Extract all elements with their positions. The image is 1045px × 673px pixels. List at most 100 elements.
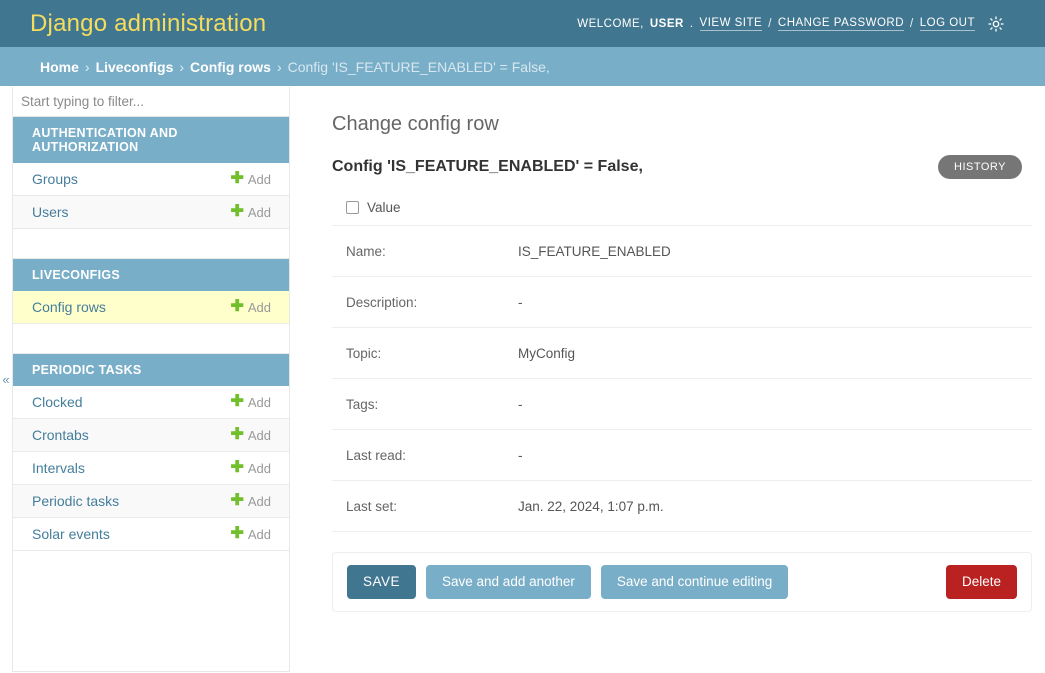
delete-button[interactable]: Delete <box>945 565 1017 599</box>
form-row-name: Name: IS_FEATURE_ENABLED <box>332 226 1032 277</box>
sidebar-item-periodic-tasks[interactable]: Periodic tasks ✚ Add <box>13 485 289 518</box>
plus-icon: ✚ <box>230 492 244 509</box>
field-value-last-set: Jan. 22, 2024, 1:07 p.m. <box>518 498 664 514</box>
sidebar-item-label[interactable]: Crontabs <box>32 427 89 443</box>
user-tools: WELCOME, USER. VIEW SITE / CHANGE PASSWO… <box>577 15 1005 33</box>
save-and-add-another-button[interactable]: Save and add another <box>426 565 591 599</box>
value-checkbox[interactable] <box>346 201 359 214</box>
app-module-auth: AUTHENTICATION AND AUTHORIZATION Groups … <box>13 117 289 229</box>
add-label: Add <box>247 460 271 476</box>
field-label-topic: Topic: <box>346 345 382 361</box>
sidebar-gap <box>13 229 289 259</box>
branding: Django administration <box>30 10 266 38</box>
sun-icon[interactable] <box>987 15 1005 33</box>
add-label: Add <box>247 171 271 187</box>
nav-sidebar: AUTHENTICATION AND AUTHORIZATION Groups … <box>12 87 290 672</box>
value-checkbox-label[interactable]: Value <box>346 200 401 215</box>
username-period: . <box>689 17 694 30</box>
add-solar-events-link[interactable]: ✚ Add <box>230 526 271 542</box>
add-label: Add <box>247 204 271 220</box>
sidebar-item-groups[interactable]: Groups ✚ Add <box>13 163 289 196</box>
field-value-name: IS_FEATURE_ENABLED <box>518 243 671 259</box>
app-caption-auth[interactable]: AUTHENTICATION AND AUTHORIZATION <box>13 117 289 163</box>
toggle-sidebar-button[interactable]: « <box>0 365 12 395</box>
app-caption-periodic-tasks[interactable]: PERIODIC TASKS <box>13 354 289 386</box>
sidebar-item-label[interactable]: Solar events <box>32 526 110 542</box>
page-container: « AUTHENTICATION AND AUTHORIZATION Group… <box>0 87 1045 672</box>
add-label: Add <box>247 394 271 410</box>
field-value-tags: - <box>518 396 523 412</box>
sidebar-item-label[interactable]: Groups <box>32 171 78 187</box>
breadcrumb-liveconfigs[interactable]: Liveconfigs <box>96 59 174 75</box>
sidebar-item-intervals[interactable]: Intervals ✚ Add <box>13 452 289 485</box>
plus-icon: ✚ <box>230 393 244 410</box>
add-crontabs-link[interactable]: ✚ Add <box>230 427 271 443</box>
username-label: USER <box>649 17 684 30</box>
change-password-link[interactable]: CHANGE PASSWORD <box>777 17 905 31</box>
plus-icon: ✚ <box>230 298 244 315</box>
add-groups-link[interactable]: ✚ Add <box>230 171 271 187</box>
sidebar-filter-input[interactable] <box>13 87 289 117</box>
sidebar-item-solar-events[interactable]: Solar events ✚ Add <box>13 518 289 551</box>
sidebar-item-crontabs[interactable]: Crontabs ✚ Add <box>13 419 289 452</box>
breadcrumb-current: Config 'IS_FEATURE_ENABLED' = False, <box>287 58 550 75</box>
sidebar-item-label[interactable]: Users <box>32 204 69 220</box>
field-value-last-read: - <box>518 447 523 463</box>
sidebar-item-label[interactable]: Intervals <box>32 460 85 476</box>
plus-icon: ✚ <box>230 203 244 220</box>
add-config-rows-link[interactable]: ✚ Add <box>230 299 271 315</box>
save-and-continue-button[interactable]: Save and continue editing <box>600 565 789 599</box>
site-header: Django administration WELCOME, USER. VIE… <box>0 0 1045 47</box>
field-label-name: Name: <box>346 243 386 259</box>
form-row-last-set: Last set: Jan. 22, 2024, 1:07 p.m. <box>332 481 1032 532</box>
plus-icon: ✚ <box>230 170 244 187</box>
add-label: Add <box>247 427 271 443</box>
breadcrumb-config-rows[interactable]: Config rows <box>190 59 271 75</box>
add-users-link[interactable]: ✚ Add <box>230 204 271 220</box>
main-content: Change config row HISTORY Config 'IS_FEA… <box>290 87 1045 672</box>
separator-1: / <box>768 17 772 30</box>
breadcrumb-separator: › <box>179 58 185 75</box>
field-label-last-set: Last set: <box>346 498 398 514</box>
breadcrumb: Home › Liveconfigs › Config rows › Confi… <box>0 47 1045 87</box>
content-main: Change config row HISTORY Config 'IS_FEA… <box>332 113 1032 612</box>
history-button[interactable]: HISTORY <box>938 155 1022 179</box>
field-value-topic: MyConfig <box>518 345 576 361</box>
sidebar-item-label[interactable]: Periodic tasks <box>32 493 119 509</box>
breadcrumb-separator: › <box>276 58 282 75</box>
sidebar-item-config-rows[interactable]: Config rows ✚ Add <box>13 291 289 324</box>
breadcrumb-home[interactable]: Home <box>40 59 79 75</box>
site-title: Django administration <box>30 9 267 37</box>
value-checkbox-text: Value <box>367 200 401 215</box>
object-tools: HISTORY <box>938 155 1022 179</box>
app-caption-liveconfigs[interactable]: LIVECONFIGS <box>13 259 289 291</box>
plus-icon: ✚ <box>230 426 244 443</box>
add-periodic-tasks-link[interactable]: ✚ Add <box>230 493 271 509</box>
add-label: Add <box>247 493 271 509</box>
add-clocked-link[interactable]: ✚ Add <box>230 394 271 410</box>
sidebar-item-label[interactable]: Config rows <box>32 299 106 315</box>
plus-icon: ✚ <box>230 525 244 542</box>
object-title: Config 'IS_FEATURE_ENABLED' = False, <box>332 158 643 175</box>
view-site-link[interactable]: VIEW SITE <box>699 17 763 31</box>
plus-icon: ✚ <box>230 459 244 476</box>
change-form-fieldset: Value Name: IS_FEATURE_ENABLED Descripti… <box>332 190 1032 532</box>
history-list-item: HISTORY <box>938 155 1022 179</box>
sidebar-item-users[interactable]: Users ✚ Add <box>13 196 289 229</box>
sidebar-item-clocked[interactable]: Clocked ✚ Add <box>13 386 289 419</box>
save-button[interactable]: SAVE <box>347 565 417 599</box>
add-intervals-link[interactable]: ✚ Add <box>230 460 271 476</box>
form-row-tags: Tags: - <box>332 379 1032 430</box>
app-module-liveconfigs: LIVECONFIGS Config rows ✚ Add <box>13 259 289 324</box>
form-row-topic: Topic: MyConfig <box>332 328 1032 379</box>
add-label: Add <box>247 299 271 315</box>
page-title: Change config row <box>332 113 499 135</box>
field-value-description: - <box>518 294 523 310</box>
submit-row: SAVE Save and add another Save and conti… <box>332 552 1032 612</box>
sidebar-item-label[interactable]: Clocked <box>32 394 83 410</box>
log-out-link[interactable]: LOG OUT <box>919 17 975 31</box>
separator-2: / <box>910 17 914 30</box>
form-row-description: Description: - <box>332 277 1032 328</box>
field-label-last-read: Last read: <box>346 447 407 463</box>
field-label-tags: Tags: <box>346 396 379 412</box>
